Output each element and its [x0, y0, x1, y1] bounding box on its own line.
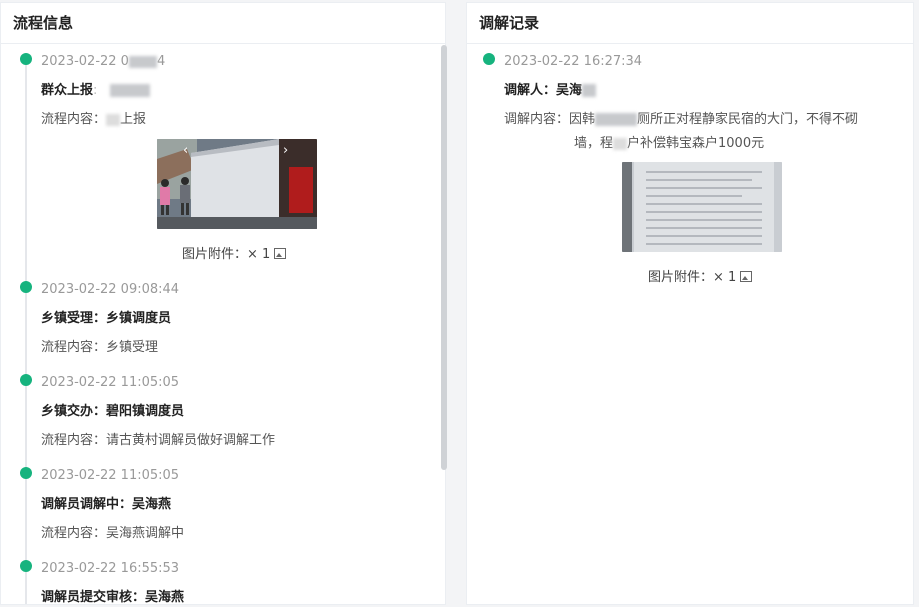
timeline-title: 调解员调解中：吴海燕 [41, 497, 172, 512]
timeline-content: 流程内容：请古黄村调解员做好调解工作 [41, 433, 276, 448]
record-content-line1: 调解内容：因韩 厕所正对程静家民宿的大门，不得不砌 [504, 112, 859, 127]
record-mediator: 调解人：吴海 [504, 79, 597, 98]
image-icon [274, 248, 287, 259]
timeline-title: 群众上报: [41, 79, 150, 98]
timeline-content: 流程内容： 上报 [41, 112, 147, 127]
timeline-dot [483, 53, 495, 65]
attachment-document-photo[interactable] [622, 162, 782, 252]
timeline-dot [20, 281, 32, 293]
timeline-title: 调解员提交审核：吴海燕 [41, 590, 185, 604]
timeline-title: 乡镇交办：碧阳镇调度员 [41, 404, 185, 419]
mediation-record-panel: 调解记录 2023-02-22 16:27:34 调解人：吴海 调解内容：因韩厕… [466, 2, 914, 605]
redacted-name [582, 84, 597, 97]
redacted-text [613, 137, 628, 150]
image-icon [740, 271, 753, 282]
timeline-title: 乡镇受理：乡镇调度员 [41, 311, 172, 326]
timeline-scrollbar[interactable] [441, 45, 447, 470]
timeline-time: 2023-02-22 09:08:44 [41, 282, 180, 297]
record-content-line2: 墙，程 户补偿韩宝森户1000元 [574, 136, 765, 151]
timeline-content: 流程内容：吴海燕调解中 [41, 526, 185, 541]
timeline-dot [20, 53, 32, 65]
record-time: 2023-02-22 16:27:34 [504, 54, 643, 69]
timeline-line [25, 59, 27, 604]
chevron-left-icon[interactable]: ‹ [183, 143, 188, 158]
mediation-record-title: 调解记录 [467, 3, 913, 44]
wall-photo-image [157, 139, 317, 229]
timeline-dot [20, 374, 32, 386]
process-timeline[interactable]: 2023-02-22 04 群众上报: 流程内容： 上报 ‹ › 图片附件：× … [1, 45, 445, 604]
process-info-title: 流程信息 [1, 3, 445, 44]
redacted-name [109, 84, 150, 97]
process-info-panel: 流程信息 2023-02-22 04 群众上报: 流程内容： 上报 ‹ › 图片… [0, 2, 447, 605]
timeline-content: 流程内容：乡镇受理 [41, 340, 159, 355]
attachment-count[interactable]: 图片附件：× 1 [648, 266, 753, 285]
redacted-text [128, 55, 157, 68]
attachment-photo[interactable]: ‹ › [157, 139, 317, 229]
timeline-dot [20, 467, 32, 479]
timeline-time: 2023-02-22 04 [41, 54, 166, 69]
timeline-dot [20, 560, 32, 572]
timeline-time: 2023-02-22 11:05:05 [41, 468, 180, 483]
timeline-time: 2023-02-22 11:05:05 [41, 375, 180, 390]
chevron-right-icon[interactable]: › [283, 143, 288, 158]
attachment-count[interactable]: 图片附件：× 1 [182, 243, 287, 262]
mediation-timeline: 2023-02-22 16:27:34 调解人：吴海 调解内容：因韩 厕所正对程静… [467, 45, 913, 604]
timeline-time: 2023-02-22 16:55:53 [41, 561, 180, 576]
document-photo-image [622, 162, 782, 252]
redacted-text [595, 113, 638, 126]
redacted-text [106, 113, 121, 126]
